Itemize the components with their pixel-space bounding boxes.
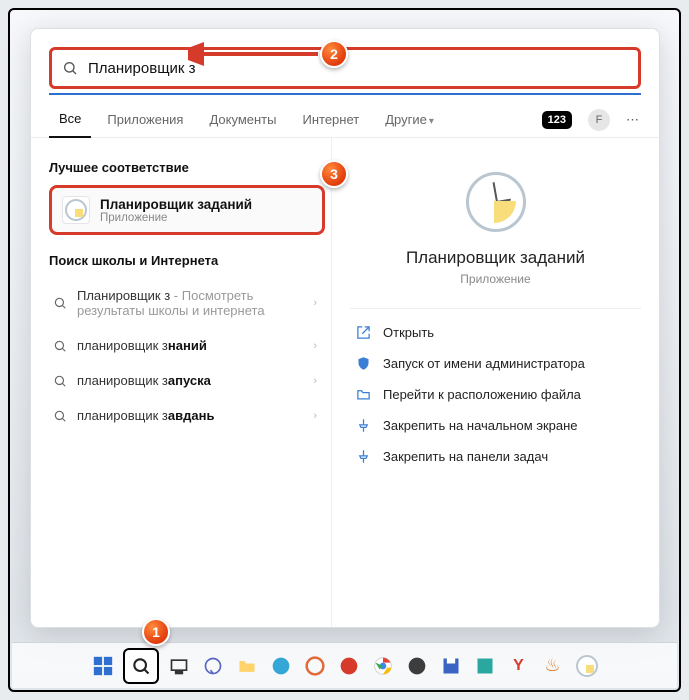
callout-2: 2 xyxy=(320,40,348,68)
search-icon xyxy=(53,374,67,388)
tab-all[interactable]: Все xyxy=(49,103,91,138)
action-open[interactable]: Открыть xyxy=(350,317,641,348)
task-view-icon xyxy=(169,656,189,676)
results-column: Лучшее соответствие Планировщик заданий … xyxy=(31,138,331,627)
suggestion-завдань[interactable]: планировщик завдань › xyxy=(49,398,325,433)
preview-pane: Планировщик заданий Приложение Открыть З… xyxy=(331,138,659,627)
tab-web[interactable]: Интернет xyxy=(292,104,369,137)
best-match-title: Планировщик заданий xyxy=(100,197,252,212)
taskbar-search[interactable] xyxy=(123,648,159,684)
tab-documents[interactable]: Документы xyxy=(199,104,286,137)
task-scheduler-icon xyxy=(62,196,90,224)
best-match-result[interactable]: Планировщик заданий Приложение xyxy=(49,185,325,235)
search-icon xyxy=(131,656,151,676)
suggestion-web-results[interactable]: Планировщик з - Посмотреть результаты шк… xyxy=(49,278,325,328)
action-open-file-location[interactable]: Перейти к расположению файла xyxy=(350,379,641,410)
callout-3: 3 xyxy=(320,160,348,188)
taskbar-app-teal[interactable] xyxy=(471,652,499,680)
callout-1: 1 xyxy=(142,618,170,646)
best-match-subtitle: Приложение xyxy=(100,212,252,224)
open-icon xyxy=(356,325,371,340)
circle-icon xyxy=(339,656,359,676)
flame-icon: ♨ xyxy=(544,655,560,676)
pin-icon xyxy=(356,449,371,464)
chrome-icon xyxy=(373,656,393,676)
taskbar-app-dark[interactable] xyxy=(403,652,431,680)
pin-icon xyxy=(356,418,371,433)
tab-more[interactable]: Другие▾ xyxy=(375,104,444,137)
search-underline xyxy=(49,93,641,95)
search-icon xyxy=(53,296,67,310)
search-icon xyxy=(62,60,78,76)
taskbar-task-view[interactable] xyxy=(165,652,193,680)
web-search-heading: Поиск школы и Интернета xyxy=(49,253,325,268)
taskbar-task-scheduler[interactable] xyxy=(573,652,601,680)
chevron-right-icon: › xyxy=(313,297,317,309)
chat-icon xyxy=(203,656,223,676)
floppy-icon xyxy=(441,656,461,676)
more-options[interactable]: ⋯ xyxy=(626,112,641,128)
input-indicator-badge[interactable]: 123 xyxy=(542,111,572,129)
search-icon xyxy=(53,409,67,423)
taskbar-app-red[interactable] xyxy=(335,652,363,680)
circle-icon xyxy=(305,656,325,676)
annotation-arrow xyxy=(188,42,328,66)
start-button[interactable] xyxy=(89,652,117,680)
clock-icon xyxy=(576,655,598,677)
search-panel: Все Приложения Документы Интернет Другие… xyxy=(30,28,660,628)
search-input[interactable] xyxy=(88,60,628,77)
chevron-right-icon: › xyxy=(313,375,317,387)
taskbar-app-save[interactable] xyxy=(437,652,465,680)
chevron-right-icon: › xyxy=(313,410,317,422)
action-pin-start[interactable]: Закрепить на начальном экране xyxy=(350,410,641,441)
action-pin-taskbar[interactable]: Закрепить на панели задач xyxy=(350,441,641,472)
preview-title: Планировщик заданий xyxy=(406,248,585,268)
taskbar-explorer[interactable] xyxy=(233,652,261,680)
suggestion-запуска[interactable]: планировщик запуска › xyxy=(49,363,325,398)
best-match-heading: Лучшее соответствие xyxy=(49,160,325,175)
square-icon xyxy=(475,656,495,676)
taskbar-app-flame[interactable]: ♨ xyxy=(539,652,567,680)
user-avatar[interactable]: F xyxy=(588,109,610,131)
taskbar-app-orange[interactable] xyxy=(301,652,329,680)
taskbar-edge[interactable] xyxy=(267,652,295,680)
yandex-icon: Y xyxy=(513,657,524,675)
search-icon xyxy=(53,339,67,353)
taskbar-chrome[interactable] xyxy=(369,652,397,680)
chevron-down-icon: ▾ xyxy=(429,116,434,127)
preview-app-icon xyxy=(464,170,528,234)
windows-icon xyxy=(92,655,114,677)
folder-icon xyxy=(356,387,371,402)
tab-apps[interactable]: Приложения xyxy=(97,104,193,137)
taskbar-chat[interactable] xyxy=(199,652,227,680)
edge-icon xyxy=(271,656,291,676)
divider xyxy=(350,308,641,309)
folder-icon xyxy=(237,656,257,676)
circle-icon xyxy=(407,656,427,676)
chevron-right-icon: › xyxy=(313,340,317,352)
taskbar-yandex[interactable]: Y xyxy=(505,652,533,680)
action-run-as-admin[interactable]: Запуск от имени администратора xyxy=(350,348,641,379)
preview-subtitle: Приложение xyxy=(460,272,530,286)
filter-tabs: Все Приложения Документы Интернет Другие… xyxy=(31,97,659,138)
suggestion-знаний[interactable]: планировщик знаний › xyxy=(49,328,325,363)
taskbar: Y ♨ xyxy=(12,642,677,688)
shield-icon xyxy=(356,356,371,371)
